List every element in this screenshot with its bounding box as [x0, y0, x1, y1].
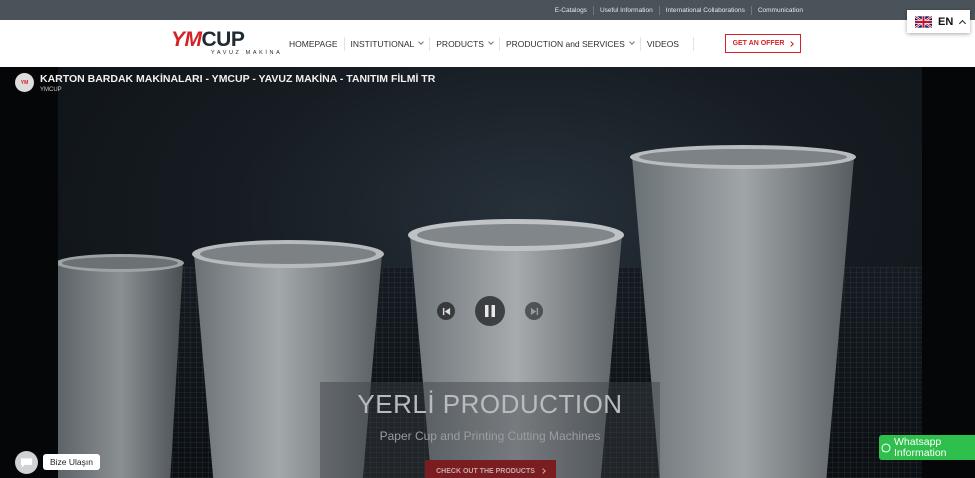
- nav-production-services[interactable]: PRODUCTION and SERVICES: [500, 36, 641, 51]
- whatsapp-button[interactable]: Whatsapp Information: [879, 435, 975, 460]
- logo-cup: CUP: [201, 28, 245, 51]
- uk-flag-icon: [915, 15, 932, 28]
- nav-homepage-label: HOMEPAGE: [289, 38, 338, 49]
- chevron-down-icon: [488, 39, 494, 45]
- pause-icon: [485, 305, 495, 317]
- logo-subtitle: YAVUZ MAKİNA: [211, 50, 283, 56]
- nav-homepage[interactable]: HOMEPAGE: [283, 36, 345, 51]
- whatsapp-icon: [881, 442, 891, 453]
- chevron-down-icon: [629, 39, 635, 45]
- nav-products-label: PRODUCTS: [436, 38, 484, 49]
- top-link-useful-information[interactable]: Useful Information: [592, 5, 659, 15]
- top-links: E-Catalogs Useful Information Internatio…: [549, 0, 809, 20]
- logo-ym: YM: [171, 28, 202, 51]
- nav-production-services-label: PRODUCTION and SERVICES: [505, 38, 625, 49]
- nav-videos-label: VIDEOS: [646, 38, 679, 49]
- nav-products[interactable]: PRODUCTS: [430, 36, 500, 51]
- logo-wordmark: YMCUP: [171, 28, 275, 51]
- video-player[interactable]: YM KARTON BARDAK MAKİNALARI - YMCUP - YA…: [0, 67, 975, 478]
- top-link-e-catalogs[interactable]: E-Catalogs: [549, 6, 593, 15]
- check-out-products-button[interactable]: CHECK OUT THE PRODUCTS: [425, 460, 556, 478]
- chevron-down-icon: [418, 39, 425, 45]
- language-selector[interactable]: EN: [907, 10, 970, 33]
- nav-institutional-label: INSTITUTIONAL: [350, 38, 415, 49]
- nav-videos[interactable]: VIDEOS: [641, 36, 694, 51]
- skip-next-icon: [530, 307, 538, 315]
- chat-label[interactable]: Bize Ulaşın: [43, 454, 100, 470]
- whatsapp-text: Whatsapp Information: [894, 435, 947, 459]
- whatsapp-line1: Whatsapp: [894, 435, 942, 448]
- skip-previous-icon: [442, 307, 450, 315]
- video-title-overlay: YM KARTON BARDAK MAKİNALARI - YMCUP - YA…: [15, 73, 435, 93]
- video-channel: YMCUP: [40, 87, 62, 93]
- get-an-offer-button[interactable]: GET AN OFFER: [725, 34, 801, 53]
- offer-button-label: GET AN OFFER: [732, 40, 785, 47]
- caption-title: YERLİ PRODUCTION: [357, 389, 623, 419]
- top-link-communication[interactable]: Communication: [750, 5, 809, 15]
- caption-subtitle: Paper Cup and Printing Cutting Machines: [379, 429, 601, 443]
- chat-bubble-icon: [20, 457, 33, 468]
- video-title[interactable]: KARTON BARDAK MAKİNALARI - YMCUP - YAVUZ…: [40, 73, 435, 85]
- caption-button-label: CHECK OUT THE PRODUCTS: [436, 467, 535, 475]
- paper-cup-image: [58, 253, 188, 478]
- main-header: YMCUP YAVUZ MAKİNA HOMEPAGE INSTITUTIONA…: [0, 20, 975, 67]
- chevron-right-icon: [788, 40, 795, 47]
- main-nav: HOMEPAGE INSTITUTIONAL PRODUCTS PRODUCTI…: [283, 20, 694, 67]
- whatsapp-line2: Information: [894, 446, 947, 459]
- top-link-international-collaborations[interactable]: International Collaborations: [658, 5, 751, 15]
- chevron-right-icon: [540, 468, 546, 474]
- chat-button[interactable]: [15, 451, 38, 474]
- next-button[interactable]: [525, 302, 543, 320]
- channel-avatar[interactable]: YM: [15, 73, 34, 92]
- video-controls: [0, 296, 975, 326]
- previous-button[interactable]: [437, 302, 455, 320]
- site-logo[interactable]: YMCUP YAVUZ MAKİNA: [171, 28, 280, 58]
- chevron-up-icon: [959, 19, 967, 27]
- nav-institutional[interactable]: INSTITUTIONAL: [345, 36, 431, 51]
- top-bar: E-Catalogs Useful Information Internatio…: [0, 0, 975, 20]
- language-code: EN: [938, 15, 954, 28]
- pause-button[interactable]: [475, 296, 505, 326]
